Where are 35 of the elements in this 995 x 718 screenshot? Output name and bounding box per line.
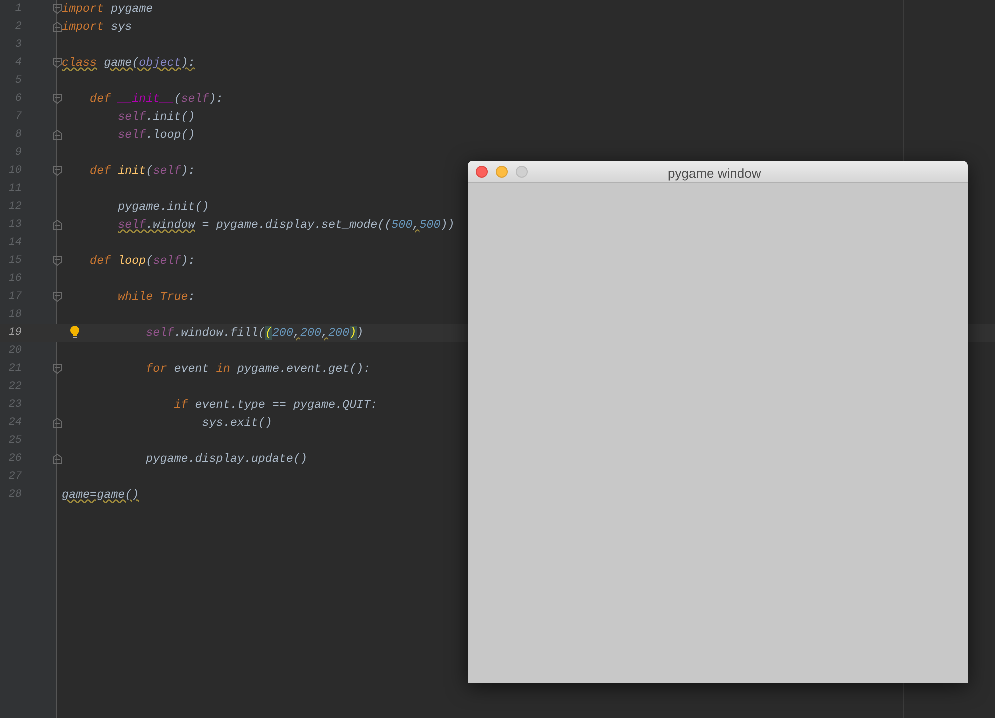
code-line: class game(object): (62, 55, 196, 72)
line-number: 19 (8, 326, 22, 341)
code-line: def __init__(self): (89, 91, 224, 108)
fold-marker-icon[interactable] (53, 418, 62, 428)
code-line: import sys (62, 19, 132, 36)
code-line: def init(self): (89, 163, 196, 180)
fold-marker-icon[interactable] (53, 454, 62, 464)
code-line: pygame.init() (117, 199, 210, 216)
code-line: pygame.display.update() (145, 451, 308, 468)
code-line: for event in pygame.event.get(): (145, 361, 371, 378)
code-line: def loop(self): (89, 253, 196, 270)
code-line: if event.type == pygame.QUIT: (173, 397, 378, 414)
minimize-button[interactable] (496, 166, 508, 178)
fold-marker-icon[interactable] (53, 256, 62, 266)
code-line: while True: (117, 289, 196, 306)
zoom-button[interactable] (516, 166, 528, 178)
code-line: self.window.fill((200,200,200)) (145, 325, 364, 342)
code-line: sys.exit() (201, 415, 272, 432)
fold-marker-icon[interactable] (53, 130, 62, 140)
fold-marker-icon[interactable] (53, 220, 62, 230)
fold-marker-icon[interactable] (53, 166, 62, 176)
lightbulb-icon[interactable] (70, 326, 80, 339)
code-line: import pygame (62, 1, 154, 18)
fold-marker-icon[interactable] (53, 58, 62, 68)
window-title: pygame window (668, 165, 762, 183)
code-line: self.loop() (117, 127, 196, 144)
fold-marker-icon[interactable] (53, 292, 62, 302)
code-line: self.window = pygame.display.set_mode((500,500)) (117, 217, 455, 234)
fold-marker-icon[interactable] (53, 364, 62, 374)
close-button[interactable] (476, 166, 488, 178)
code-line: self.init() (117, 109, 196, 126)
fold-marker-icon[interactable] (53, 22, 62, 32)
code-line: game=game() (62, 487, 140, 504)
fold-marker-icon[interactable] (53, 4, 62, 14)
fold-marker-icon[interactable] (53, 94, 62, 104)
